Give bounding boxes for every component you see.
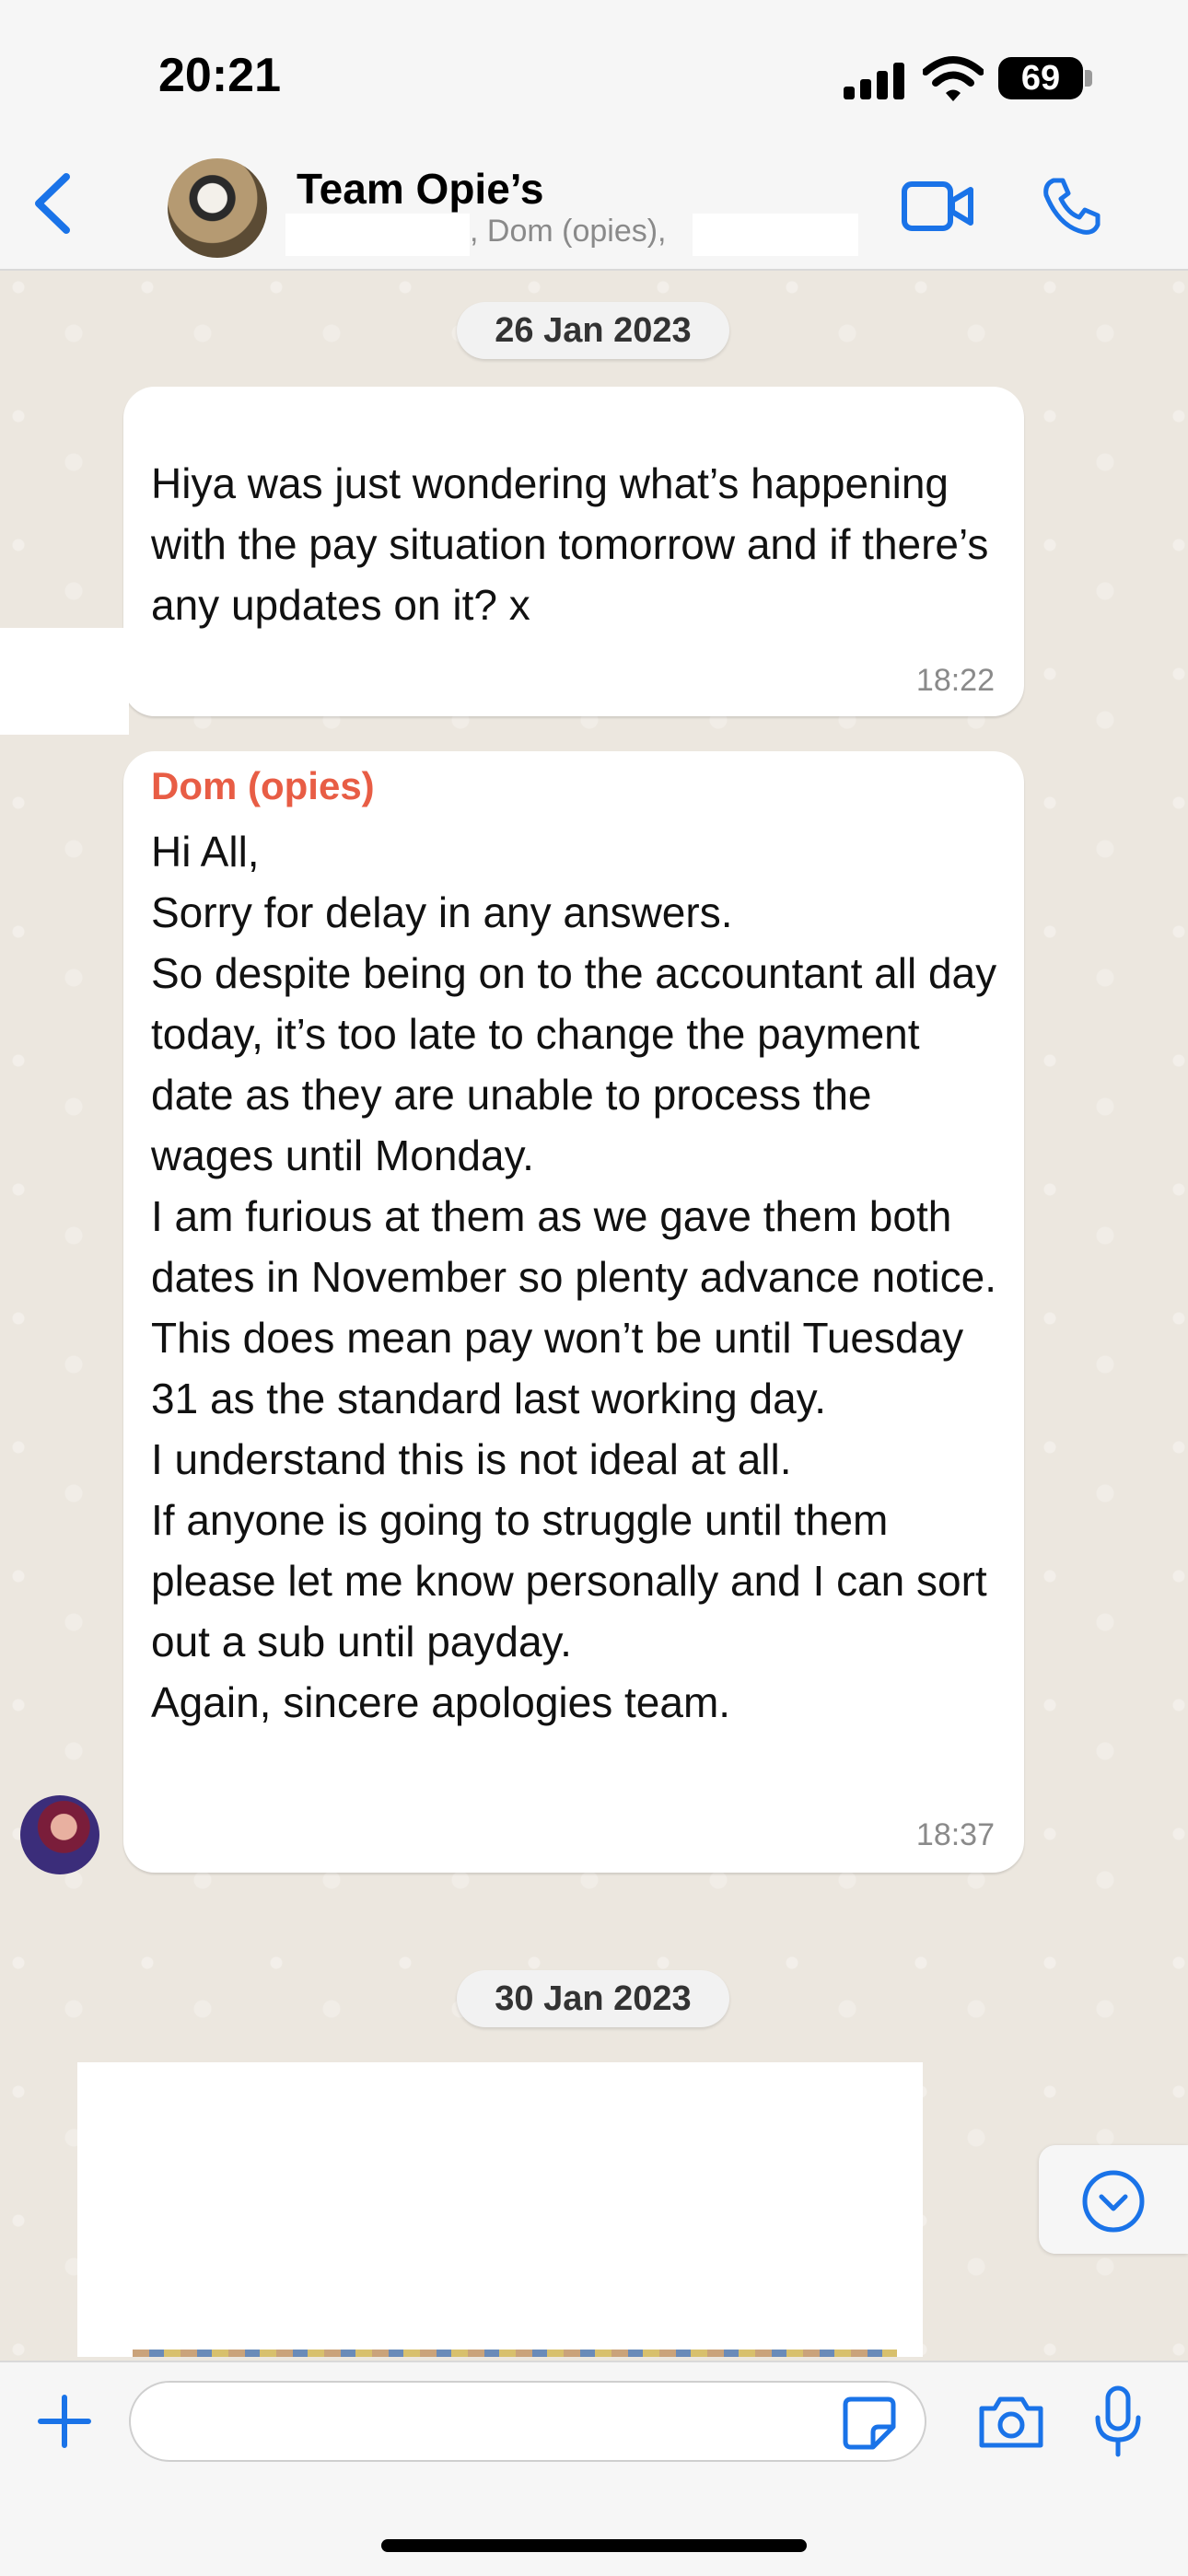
sender-avatar[interactable] bbox=[20, 1795, 99, 1874]
wifi-icon bbox=[923, 56, 984, 101]
cellular-signal-icon bbox=[844, 59, 904, 99]
microphone-icon[interactable] bbox=[1092, 2385, 1144, 2458]
battery-icon: 69 bbox=[998, 57, 1083, 99]
date-separator: 26 Jan 2023 bbox=[457, 302, 729, 359]
plus-icon[interactable] bbox=[35, 2392, 94, 2451]
message-bubble[interactable]: Dom (opies) Hi All, Sorry for delay in a… bbox=[123, 751, 1024, 1873]
image-preview-edge bbox=[133, 2350, 897, 2357]
date-separator: 30 Jan 2023 bbox=[457, 1970, 729, 2027]
battery-cap bbox=[1085, 70, 1092, 87]
redaction-box bbox=[285, 214, 470, 256]
voice-call-icon[interactable] bbox=[1041, 175, 1103, 238]
redaction-box bbox=[693, 214, 858, 256]
message-time: 18:22 bbox=[915, 663, 995, 698]
chevron-down-circle-icon bbox=[1082, 2170, 1145, 2233]
group-avatar[interactable] bbox=[168, 158, 267, 258]
video-call-icon[interactable] bbox=[901, 177, 974, 236]
image-message[interactable] bbox=[77, 2062, 923, 2357]
message-text: Hi All, Sorry for delay in any answers. … bbox=[151, 828, 997, 1726]
message-input[interactable] bbox=[129, 2381, 926, 2462]
redaction-box bbox=[0, 628, 129, 735]
scroll-to-bottom-button[interactable] bbox=[1039, 2145, 1188, 2254]
participants-text: , Dom (opies), bbox=[470, 214, 667, 249]
home-indicator[interactable] bbox=[381, 2539, 807, 2552]
status-time: 20:21 bbox=[158, 49, 281, 102]
chat-title[interactable]: Team Opie’s bbox=[297, 164, 543, 214]
sender-name[interactable]: Dom (opies) bbox=[151, 764, 375, 808]
message-bubble[interactable]: Hiya was just wondering what’s happening… bbox=[123, 387, 1024, 716]
camera-icon[interactable] bbox=[976, 2394, 1046, 2451]
message-time: 18:37 bbox=[915, 1817, 995, 1852]
sticker-icon[interactable] bbox=[842, 2396, 897, 2451]
message-text: Hiya was just wondering what’s happening… bbox=[151, 459, 989, 629]
chat-header: 20:21 69 Team Opie’s , Dom (opies), bbox=[0, 0, 1188, 271]
back-chevron-icon[interactable] bbox=[28, 171, 79, 236]
